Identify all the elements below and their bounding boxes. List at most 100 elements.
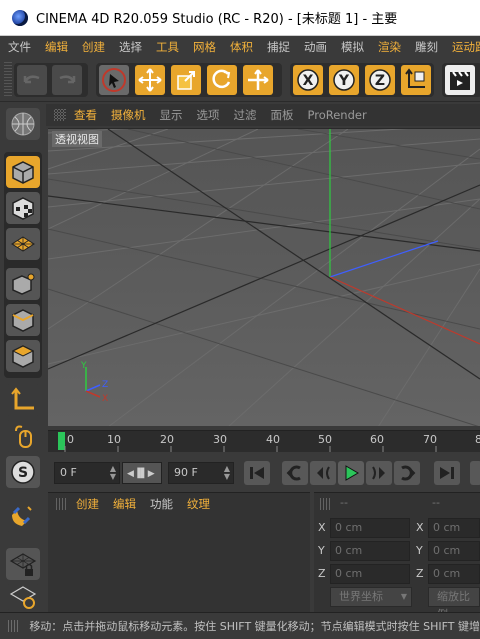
stepper-arrows-icon[interactable]: ▲ ▼ — [110, 465, 116, 481]
model-mode-button[interactable] — [6, 156, 40, 188]
menu-simulate[interactable]: 模拟 — [341, 39, 364, 55]
render-view-button[interactable] — [445, 65, 475, 95]
menu-animate[interactable]: 动画 — [304, 39, 327, 55]
live-select-button[interactable] — [99, 65, 129, 95]
axis-corner-icon — [11, 387, 34, 410]
coord-axis-label: Y — [416, 544, 423, 557]
size-y-field[interactable]: 0 cm — [428, 541, 480, 561]
menu-select[interactable]: 选择 — [119, 39, 142, 55]
timeline-ruler[interactable]: 0 10 20 30 40 50 60 70 8 — [48, 430, 480, 452]
coord-header-position: -- — [340, 496, 348, 509]
vp-menu-view[interactable]: 查看 — [74, 107, 97, 123]
prev-key-icon — [286, 465, 301, 481]
transform-tools-group — [96, 63, 282, 97]
move-tool-button[interactable] — [135, 65, 165, 95]
start-frame-value: 0 F — [60, 466, 77, 479]
menu-volume[interactable]: 体积 — [230, 39, 253, 55]
magnet-icon — [12, 506, 32, 526]
workplane-lock-button[interactable] — [6, 548, 40, 580]
menu-edit[interactable]: 编辑 — [45, 39, 68, 55]
menu-tools[interactable]: 工具 — [156, 39, 179, 55]
make-editable-button[interactable] — [6, 108, 40, 140]
previous-frame-button[interactable] — [310, 461, 336, 485]
grid-lock-icon — [9, 553, 37, 576]
position-y-field[interactable]: 0 cm — [330, 541, 410, 561]
panel-grip-icon — [56, 498, 68, 510]
grid-guide-icon — [9, 586, 37, 609]
chevron-down-icon: ▼ — [400, 592, 407, 601]
end-frame-field[interactable]: 90 F ▲ ▼ — [168, 462, 234, 484]
frame-range-slider[interactable]: ◀▐▌▶ — [122, 462, 162, 484]
go-to-end-button[interactable] — [434, 461, 460, 485]
menu-snap[interactable]: 捕捉 — [267, 39, 290, 55]
range-arrows-icon: ◀▐▌▶ — [127, 469, 155, 479]
obj-menu-functions[interactable]: 功能 — [150, 496, 173, 512]
solo-mode-button[interactable]: S — [6, 456, 40, 488]
size-z-field[interactable]: 0 cm — [428, 564, 480, 584]
start-frame-field[interactable]: 0 F ▲ ▼ — [54, 462, 120, 484]
menu-sculpt[interactable]: 雕刻 — [415, 39, 438, 55]
vp-menu-filter[interactable]: 过滤 — [234, 107, 257, 123]
status-bar: 移动：点击并拖动鼠标移动元素。按住 SHIFT 键量化移动；节点编辑模式时按住 … — [0, 612, 480, 639]
menu-motion-tracker[interactable]: 运动跟 — [452, 39, 480, 55]
snap-button[interactable] — [6, 500, 40, 532]
obj-menu-create[interactable]: 创建 — [76, 496, 99, 512]
position-z-field[interactable]: 0 cm — [330, 564, 410, 584]
vp-menu-panel[interactable]: 面板 — [271, 107, 294, 123]
menu-mesh[interactable]: 网格 — [193, 39, 216, 55]
size-x-field[interactable]: 0 cm — [428, 518, 480, 538]
tweak-mode-button[interactable] — [6, 420, 40, 452]
svg-text:Z: Z — [102, 380, 108, 390]
size-y-value: 0 cm — [433, 544, 461, 557]
stepper-arrows-icon[interactable]: ▲ ▼ — [224, 465, 230, 481]
vp-menu-camera[interactable]: 摄像机 — [111, 107, 146, 123]
texture-mode-button[interactable] — [6, 192, 40, 224]
axis-mode-button[interactable] — [6, 384, 40, 416]
svg-text:S: S — [18, 465, 28, 481]
points-cube-icon — [12, 273, 35, 295]
obj-menu-edit[interactable]: 编辑 — [113, 496, 136, 512]
skip-end-icon — [440, 467, 454, 479]
vp-menu-options[interactable]: 选项 — [197, 107, 220, 123]
coordinate-system-button[interactable] — [401, 65, 431, 95]
go-to-start-button[interactable] — [244, 461, 270, 485]
vp-menu-display[interactable]: 显示 — [160, 107, 183, 123]
guide-button[interactable] — [6, 584, 40, 610]
points-mode-button[interactable] — [6, 268, 40, 300]
workplane-mode-button[interactable] — [6, 228, 40, 260]
next-frame-button[interactable] — [366, 461, 392, 485]
y-axis-lock-button[interactable]: Y — [329, 65, 359, 95]
play-button[interactable] — [338, 461, 364, 485]
transform-tool-button[interactable] — [243, 65, 273, 95]
scale-tool-button[interactable] — [171, 65, 201, 95]
menu-render[interactable]: 渲染 — [378, 39, 401, 55]
menu-create[interactable]: 创建 — [82, 39, 105, 55]
vp-menu-prorender[interactable]: ProRender — [308, 108, 367, 122]
z-axis-lock-button[interactable]: Z — [365, 65, 395, 95]
viewport-grip-icon — [54, 109, 66, 121]
svg-text:Y: Y — [80, 361, 87, 371]
x-axis-line — [329, 276, 480, 345]
redo-button[interactable] — [52, 65, 82, 95]
toolbar-grip — [4, 62, 12, 98]
scale-icon — [177, 71, 195, 90]
svg-text:X: X — [303, 73, 314, 89]
perspective-viewport[interactable]: Y Z X 透视视图 — [48, 128, 480, 426]
scale-mode-dropdown[interactable]: 缩放比例 — [428, 587, 480, 621]
more-transport-button[interactable] — [470, 461, 480, 485]
obj-menu-texture[interactable]: 纹理 — [187, 496, 210, 512]
menu-file[interactable]: 文件 — [8, 39, 31, 55]
axis-lock-group: X Y Z — [290, 63, 434, 97]
previous-key-button[interactable] — [282, 461, 308, 485]
coord-system-dropdown[interactable]: 世界坐标 ▼ — [330, 587, 412, 607]
polygons-mode-button[interactable] — [6, 340, 40, 372]
rotate-tool-button[interactable] — [207, 65, 237, 95]
window-title: CINEMA 4D R20.059 Studio (RC - R20) - [未… — [36, 12, 398, 27]
x-axis-lock-button[interactable]: X — [293, 65, 323, 95]
undo-button[interactable] — [17, 65, 47, 95]
coord-axis-label: Z — [416, 567, 424, 580]
y-axis-icon: Y — [333, 69, 355, 91]
position-x-field[interactable]: 0 cm — [330, 518, 410, 538]
edges-mode-button[interactable] — [6, 304, 40, 336]
next-key-button[interactable] — [394, 461, 420, 485]
